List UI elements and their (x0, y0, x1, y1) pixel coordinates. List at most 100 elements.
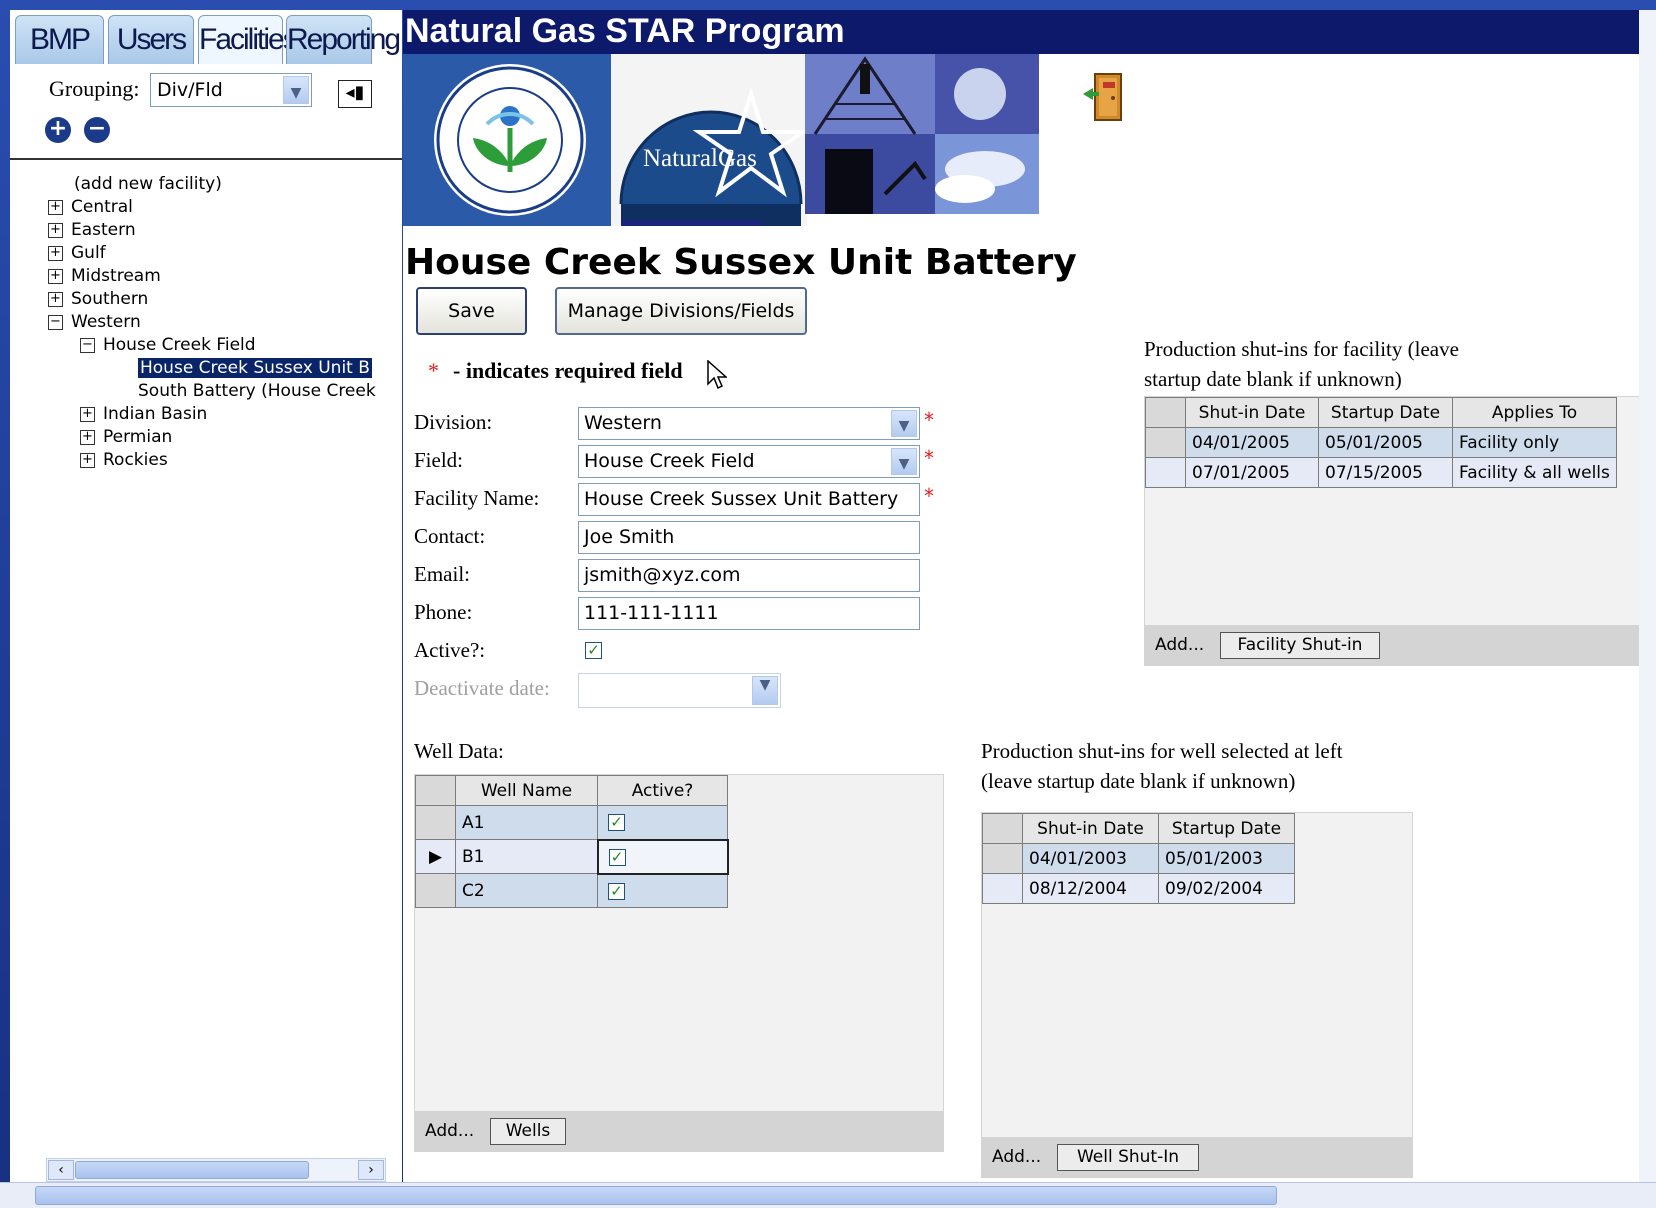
well-active-checkbox[interactable]: ✓ (608, 848, 626, 866)
column-header[interactable]: Startup Date (1318, 397, 1453, 428)
division-select[interactable]: Western ▼ (578, 407, 920, 440)
tree-horizontal-scrollbar[interactable]: ‹ › (46, 1158, 386, 1182)
collapse-icon[interactable]: − (48, 314, 63, 330)
tree-item-label: House Creek Sussex Unit B (138, 358, 372, 378)
tree-item-southern[interactable]: + Southern (48, 288, 148, 311)
expand-icon[interactable]: + (80, 452, 95, 468)
column-header[interactable]: Applies To (1452, 397, 1617, 428)
add-well-shutin-button[interactable]: Well Shut-In (1057, 1144, 1199, 1171)
tree-item-gulf[interactable]: + Gulf (48, 242, 106, 265)
collapse-all-icon[interactable]: − (84, 117, 110, 143)
tree-item-selected-facility[interactable]: House Creek Sussex Unit B (138, 357, 386, 380)
chevron-down-icon[interactable]: ▼ (891, 448, 917, 475)
well-active-cell[interactable]: ✓ (597, 805, 728, 840)
row-header[interactable] (982, 843, 1023, 874)
scroll-right-icon[interactable]: › (358, 1160, 384, 1180)
contact-input[interactable]: Joe Smith (578, 521, 920, 554)
save-button[interactable]: Save (416, 287, 527, 335)
table-row[interactable]: 04/01/2005 05/01/2005 Facility only (1145, 427, 1617, 458)
grouping-select[interactable]: Div/Fld ▼ (150, 73, 312, 107)
row-header[interactable] (415, 805, 456, 840)
row-header[interactable] (982, 873, 1023, 904)
table-row[interactable]: 07/01/2005 07/15/2005 Facility & all wel… (1145, 457, 1617, 488)
well-active-cell[interactable]: ✓ (597, 873, 728, 908)
expand-all-icon[interactable]: + (45, 117, 71, 143)
field-select[interactable]: House Creek Field ▼ (578, 445, 920, 478)
email-input[interactable]: jsmith@xyz.com (578, 559, 920, 592)
column-header[interactable]: Shut-in Date (1022, 813, 1159, 844)
collapse-icon[interactable]: − (80, 337, 95, 353)
add-wells-button[interactable]: Wells (490, 1118, 566, 1145)
tree-item-midstream[interactable]: + Midstream (48, 265, 161, 288)
expand-icon[interactable]: + (48, 268, 63, 284)
tree-item-permian[interactable]: + Permian (80, 426, 172, 449)
startup-date-cell[interactable]: 05/01/2005 (1318, 427, 1453, 458)
shutin-date-cell[interactable]: 04/01/2005 (1185, 427, 1319, 458)
applies-to-cell[interactable]: Facility only (1452, 427, 1617, 458)
row-header[interactable] (415, 873, 456, 908)
well-active-cell[interactable]: ✓ (596, 838, 729, 875)
table-row[interactable]: ▶ B1 ✓ (415, 838, 729, 875)
applies-to-cell[interactable]: Facility & all wells (1452, 457, 1617, 488)
tab-bmp[interactable]: BMP (15, 15, 104, 64)
expand-icon[interactable]: + (48, 291, 63, 307)
expand-icon[interactable]: + (48, 199, 63, 215)
table-row[interactable]: C2 ✓ (415, 873, 728, 908)
add-facility-shutin-button[interactable]: Facility Shut-in (1220, 632, 1380, 659)
tree-item-central[interactable]: + Central (48, 196, 133, 219)
deactivate-date-select[interactable]: ▼ (578, 673, 781, 708)
manage-divisions-fields-button[interactable]: Manage Divisions/Fields (555, 287, 807, 335)
dock-pane-icon[interactable]: ◂▮ (338, 80, 372, 108)
tree-item-eastern[interactable]: + Eastern (48, 219, 136, 242)
well-active-checkbox[interactable]: ✓ (608, 814, 625, 832)
shutin-date-cell[interactable]: 07/01/2005 (1185, 457, 1319, 488)
row-header[interactable] (1145, 457, 1186, 488)
expand-icon[interactable]: + (80, 429, 95, 445)
tab-users[interactable]: Users (108, 15, 194, 64)
startup-date-cell[interactable]: 05/01/2003 (1158, 843, 1295, 874)
scrollbar-thumb[interactable] (75, 1161, 309, 1179)
tab-reporting[interactable]: Reporting (286, 15, 401, 64)
column-header[interactable]: Startup Date (1158, 813, 1295, 844)
column-header[interactable]: Well Name (455, 775, 598, 806)
phone-input[interactable]: 111-111-1111 (578, 597, 920, 630)
required-star: * (924, 408, 934, 432)
page-vertical-scrollbar[interactable] (1639, 10, 1656, 1182)
chevron-down-icon[interactable]: ▼ (891, 410, 917, 437)
shutin-date-cell[interactable]: 04/01/2003 (1022, 843, 1159, 874)
scrollbar-thumb[interactable] (35, 1186, 1277, 1205)
column-header[interactable]: Active? (597, 775, 728, 806)
startup-date-cell[interactable]: 07/15/2005 (1318, 457, 1453, 488)
well-active-checkbox[interactable]: ✓ (608, 882, 625, 900)
row-header[interactable]: ▶ (415, 839, 456, 874)
tree-item-south-battery[interactable]: South Battery (House Creek (138, 380, 386, 403)
row-header[interactable] (1145, 427, 1186, 458)
table-row[interactable]: 04/01/2003 05/01/2003 (982, 843, 1295, 874)
scroll-left-icon[interactable]: ‹ (48, 1160, 74, 1180)
startup-date-cell[interactable]: 09/02/2004 (1158, 873, 1295, 904)
tree-item-western[interactable]: − Western (48, 311, 141, 334)
page-horizontal-scrollbar[interactable] (0, 1182, 1656, 1208)
shutin-date-cell[interactable]: 08/12/2004 (1022, 873, 1159, 904)
expand-icon[interactable]: + (48, 222, 63, 238)
well-name-cell[interactable]: A1 (455, 805, 598, 840)
table-row[interactable]: A1 ✓ (415, 805, 728, 840)
expand-icon[interactable]: + (80, 406, 95, 422)
facility-name-input[interactable]: House Creek Sussex Unit Battery (578, 483, 920, 516)
chevron-down-icon[interactable]: ▼ (283, 76, 309, 104)
expand-icon[interactable]: + (48, 245, 63, 261)
well-name-cell[interactable]: B1 (455, 839, 598, 874)
tab-facilities[interactable]: Facilities (198, 15, 298, 64)
well-name-cell[interactable]: C2 (455, 873, 598, 908)
division-value: Western (584, 412, 662, 434)
active-checkbox[interactable]: ✓ (585, 642, 602, 659)
logo-text: NaturalGas (643, 145, 757, 172)
exit-icon[interactable] (1081, 70, 1125, 124)
tree-item-rockies[interactable]: + Rockies (80, 449, 168, 472)
chevron-down-icon[interactable]: ▼ (752, 676, 778, 705)
table-row[interactable]: 08/12/2004 09/02/2004 (982, 873, 1295, 904)
tree-item-add-new[interactable]: (add new facility) (74, 173, 222, 196)
column-header[interactable]: Shut-in Date (1185, 397, 1319, 428)
tree-item-house-creek-field[interactable]: − House Creek Field (80, 334, 256, 357)
tree-item-indian-basin[interactable]: + Indian Basin (80, 403, 207, 426)
